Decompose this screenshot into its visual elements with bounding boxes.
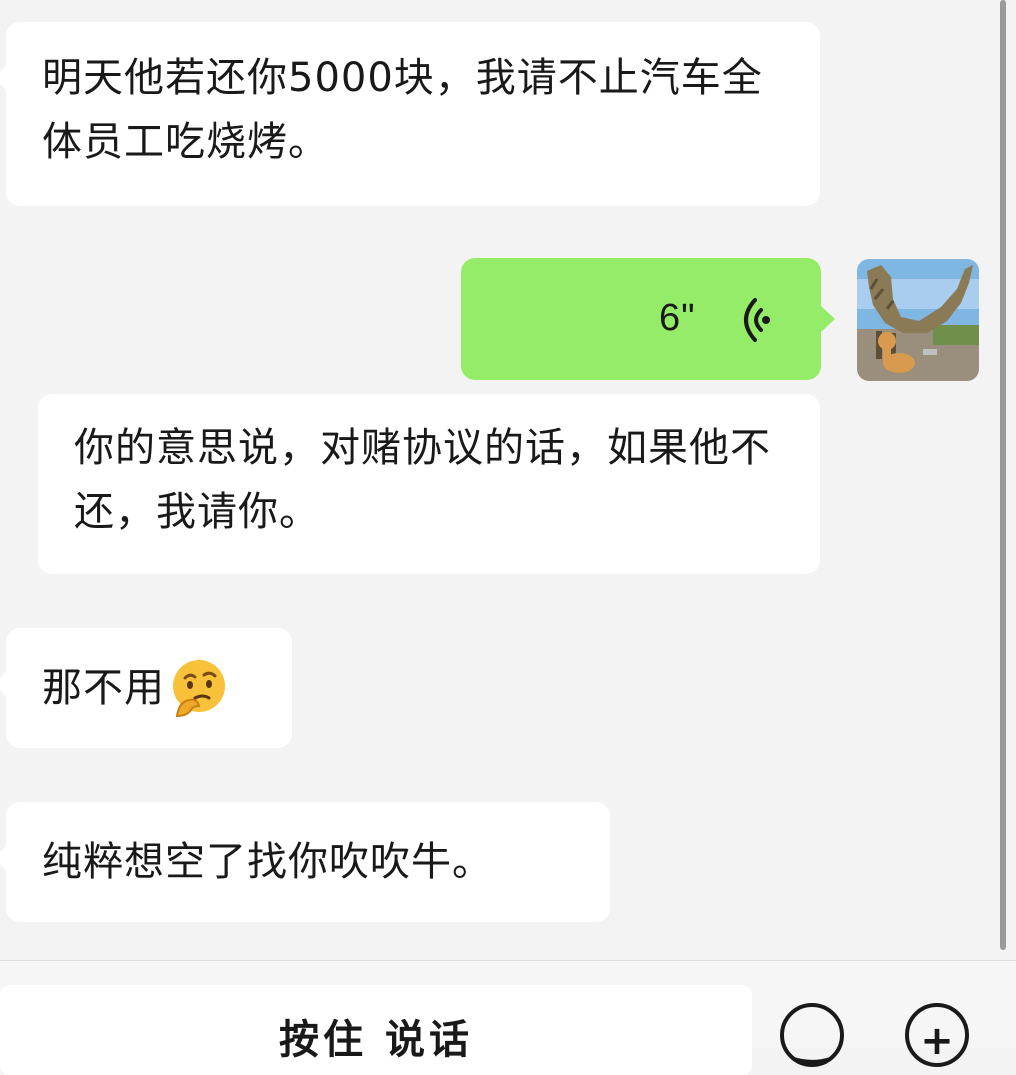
message-bubble-incoming[interactable]: 你的意思说，对赌协议的话，如果他不还，我请你。 [38,394,820,574]
message-bubble-incoming[interactable]: 那不用 [0,628,292,748]
plus-icon: + [920,1018,954,1064]
voice-message-bubble[interactable]: 6" [461,258,835,380]
avatar-photo-icon [857,259,979,381]
voice-wave-icon [744,298,770,342]
chat-scrollbar[interactable] [1000,0,1006,950]
message-text: 纯粹想空了找你吹吹牛。 [42,839,493,885]
thinking-face-emoji-icon [173,660,225,718]
voice-duration: 6" [659,297,696,339]
message-text: 你的意思说，对赌协议的话，如果他不还，我请你。 [74,425,771,535]
message-bubble-incoming[interactable]: 明天他若还你5000块，我请不止汽车全体员工吃烧烤。 [0,22,820,206]
smiley-icon: ‿ [795,1018,829,1064]
more-button[interactable]: + [905,1003,969,1067]
hold-to-talk-button[interactable]: 按住 说话 [0,985,752,1075]
message-bubble-incoming[interactable]: 纯粹想空了找你吹吹牛。 [0,802,610,922]
message-text: 明天他若还你5000块，我请不止汽车全体员工吃烧烤。 [42,55,763,165]
chat-message-list[interactable]: 明天他若还你5000块，我请不止汽车全体员工吃烧烤。 6" 你的意思说，对赌协议… [0,0,1016,960]
emoji-button[interactable]: ‿ [780,1003,844,1067]
message-text: 那不用 [42,665,165,711]
input-toolbar: 按住 说话 ‿ + [0,961,1016,1075]
avatar[interactable] [857,259,979,381]
